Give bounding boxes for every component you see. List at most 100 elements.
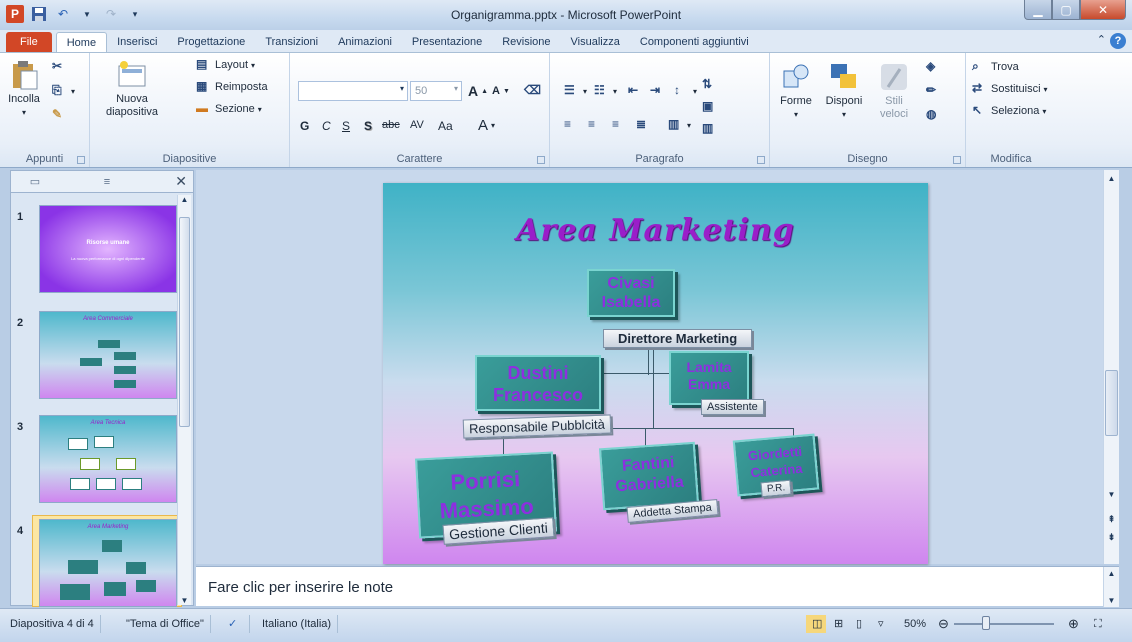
- copy-button[interactable]: ⎘ ▾: [52, 83, 75, 99]
- arrange-button[interactable]: Disponi ▾: [822, 61, 866, 121]
- tab-file[interactable]: File: [6, 32, 52, 52]
- cut-button[interactable]: ✂: [52, 59, 68, 75]
- slide-title[interactable]: Area Marketing: [383, 213, 928, 248]
- tab-slides-view[interactable]: ▭: [15, 173, 55, 191]
- help-icon[interactable]: ?: [1110, 33, 1126, 49]
- scrollbar-thumb[interactable]: [1105, 370, 1118, 436]
- org-node-press[interactable]: Fantini Gabriella: [598, 441, 700, 511]
- slide-thumb-4[interactable]: Area Marketing: [39, 519, 177, 607]
- zoom-in-icon[interactable]: ⊕: [1062, 615, 1082, 633]
- slide-sorter-icon[interactable]: ⊞: [828, 615, 848, 633]
- close-button[interactable]: ✕: [1080, 0, 1126, 20]
- node-role-pr[interactable]: P.R.: [760, 479, 792, 498]
- minimize-button[interactable]: ▁: [1024, 0, 1052, 20]
- tab-view[interactable]: Visualizza: [561, 32, 630, 52]
- font-launcher-icon[interactable]: [537, 156, 545, 164]
- tab-design[interactable]: Progettazione: [167, 32, 255, 52]
- tab-review[interactable]: Revisione: [492, 32, 560, 52]
- slide-vertical-scrollbar[interactable]: ▲ ▼ ⇞ ⇟: [1103, 170, 1119, 564]
- clear-formatting-button[interactable]: ⌫: [524, 83, 541, 99]
- slide-thumb-2[interactable]: Area Commerciale: [39, 311, 177, 399]
- zoom-out-icon[interactable]: ⊖: [932, 615, 952, 633]
- char-spacing-button[interactable]: AV: [410, 119, 424, 131]
- columns-button[interactable]: ▥ ▾: [668, 117, 691, 133]
- clipboard-launcher-icon[interactable]: [77, 156, 85, 164]
- paste-button[interactable]: Incolla ▾: [6, 59, 42, 119]
- section-button[interactable]: ▬ Sezione ▾: [196, 101, 262, 117]
- slide-canvas[interactable]: Area Marketing Civasi Isabella Direttore…: [383, 183, 928, 564]
- zoom-slider-thumb[interactable]: [982, 616, 990, 630]
- shape-outline-button[interactable]: ✏: [926, 83, 942, 99]
- bold-button[interactable]: G: [300, 119, 309, 133]
- strikethrough-button[interactable]: abc: [382, 119, 400, 131]
- tab-insert[interactable]: Inserisci: [107, 32, 167, 52]
- tab-transitions[interactable]: Transizioni: [255, 32, 328, 52]
- quick-styles-button[interactable]: Stili veloci: [874, 61, 914, 121]
- org-node-advertising[interactable]: Dustini Francesco: [475, 355, 601, 411]
- language-indicator[interactable]: Italiano (Italia): [256, 615, 339, 633]
- align-left-button[interactable]: ≡: [564, 117, 580, 133]
- underline-button[interactable]: S: [342, 119, 350, 133]
- grow-font-button[interactable]: A ▲: [468, 83, 488, 99]
- notes-placeholder[interactable]: Fare clic per inserire le note: [208, 579, 393, 596]
- replace-button[interactable]: ⇄ Sostituisci ▾: [972, 81, 1048, 97]
- notes-scrollbar[interactable]: ▲ ▼: [1103, 567, 1119, 607]
- node-role-assistant[interactable]: Assistente: [701, 399, 764, 415]
- find-button[interactable]: ⌕ Trova: [972, 59, 1019, 75]
- scroll-down-icon[interactable]: ▼: [1104, 490, 1119, 499]
- slide-thumb-1[interactable]: Risorse umane La nuova performance di og…: [39, 205, 177, 293]
- bullets-button[interactable]: ☰ ▾: [564, 83, 587, 99]
- shrink-font-button[interactable]: A ▼: [492, 85, 510, 97]
- select-button[interactable]: ↖ Seleziona ▾: [972, 103, 1046, 119]
- shape-effects-button[interactable]: ◍: [926, 107, 942, 123]
- slide-thumb-3[interactable]: Area Tecnica: [39, 415, 177, 503]
- shadow-button[interactable]: S: [364, 119, 372, 133]
- italic-button[interactable]: C: [322, 119, 331, 133]
- font-family-input[interactable]: ▾: [298, 81, 408, 101]
- normal-view-icon[interactable]: ◫: [806, 615, 826, 633]
- spellcheck-icon[interactable]: ✓: [222, 615, 250, 633]
- drawing-launcher-icon[interactable]: [953, 156, 961, 164]
- decrease-indent-button[interactable]: ⇤: [628, 83, 644, 99]
- scroll-up-icon[interactable]: ▲: [1104, 174, 1119, 183]
- shape-fill-button[interactable]: ◈: [926, 59, 942, 75]
- font-size-input[interactable]: 50 ▾: [410, 81, 462, 101]
- notes-pane[interactable]: Fare clic per inserire le note ▲ ▼: [196, 566, 1119, 607]
- minimize-ribbon-icon[interactable]: ⌃: [1097, 33, 1106, 49]
- align-text-button[interactable]: ▣: [702, 99, 718, 115]
- font-color-button[interactable]: A ▾: [478, 117, 495, 134]
- format-painter-button[interactable]: ✎: [52, 107, 68, 123]
- align-right-button[interactable]: ≡: [612, 117, 628, 133]
- maximize-button[interactable]: ▢: [1052, 0, 1080, 20]
- smartart-button[interactable]: ▥: [702, 121, 718, 137]
- slideshow-view-icon[interactable]: ▿: [872, 615, 892, 633]
- shapes-button[interactable]: Forme ▾: [776, 61, 816, 121]
- close-pane-icon[interactable]: ✕: [175, 173, 187, 190]
- zoom-slider[interactable]: [954, 623, 1054, 625]
- zoom-level[interactable]: 50%: [898, 615, 932, 633]
- tab-animations[interactable]: Animazioni: [328, 32, 402, 52]
- new-slide-button[interactable]: Nuova diapositiva: [102, 59, 162, 119]
- reset-button[interactable]: ▦ Reimposta: [196, 79, 268, 95]
- slides-pane-scrollbar[interactable]: ▲ ▼: [177, 195, 191, 605]
- tab-slideshow[interactable]: Presentazione: [402, 32, 492, 52]
- tab-outline-view[interactable]: ≡: [87, 173, 127, 191]
- tab-addins[interactable]: Componenti aggiuntivi: [630, 32, 759, 52]
- reading-view-icon[interactable]: ▯: [850, 615, 870, 633]
- numbering-button[interactable]: ☷ ▾: [594, 83, 617, 99]
- theme-name[interactable]: "Tema di Office": [120, 615, 211, 633]
- paragraph-launcher-icon[interactable]: [757, 156, 765, 164]
- increase-indent-button[interactable]: ⇥: [650, 83, 666, 99]
- org-node-director[interactable]: Civasi Isabella: [587, 269, 675, 317]
- tab-home[interactable]: Home: [55, 32, 108, 52]
- previous-slide-icon[interactable]: ⇞: [1104, 514, 1119, 525]
- node-role-advertising[interactable]: Responsabile Pubblcità: [462, 414, 612, 439]
- text-direction-button[interactable]: ⇅: [702, 77, 718, 93]
- fit-to-window-icon[interactable]: ⛶: [1088, 615, 1110, 633]
- node-role-director[interactable]: Direttore Marketing: [603, 329, 753, 348]
- change-case-button[interactable]: Aa: [438, 119, 453, 133]
- layout-button[interactable]: ▤ Layout ▾: [196, 57, 255, 73]
- line-spacing-button[interactable]: ↕ ▾: [674, 83, 697, 99]
- justify-button[interactable]: ≣: [636, 117, 652, 133]
- org-node-assistant[interactable]: Lamita Emma: [669, 351, 749, 405]
